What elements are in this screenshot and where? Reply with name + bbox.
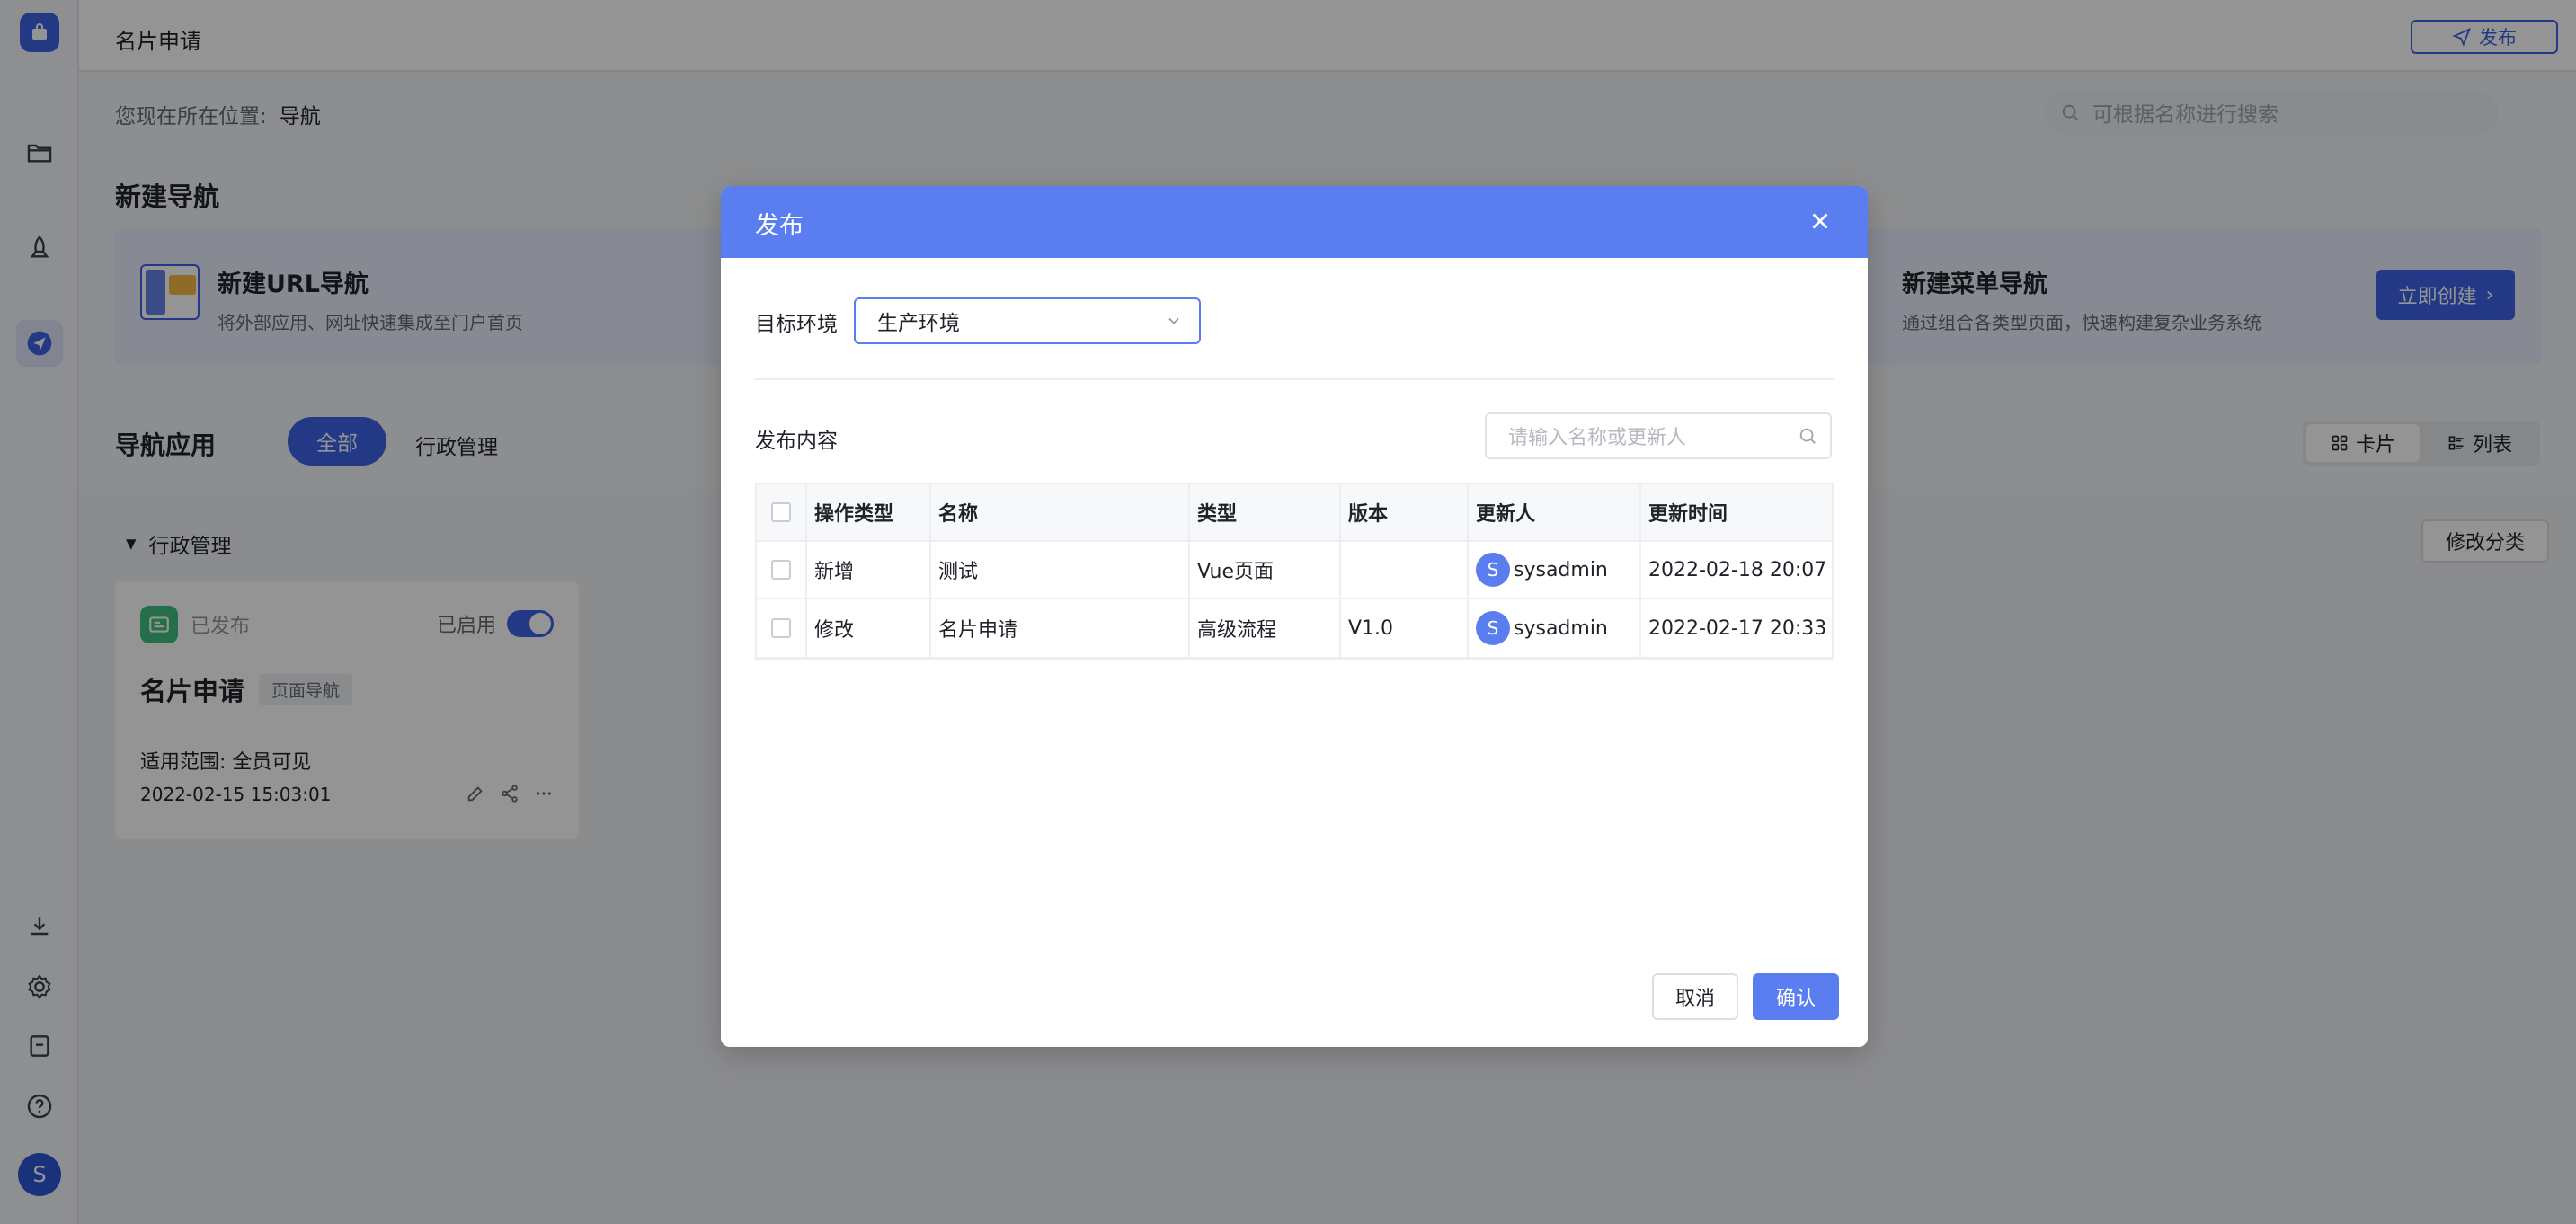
col-updater: 更新人	[1469, 484, 1641, 540]
publish-content-label: 发布内容	[755, 430, 838, 453]
row-name: 测试	[931, 542, 1190, 598]
close-button[interactable]	[1807, 208, 1834, 235]
row-version: V1.0	[1341, 599, 1469, 657]
divider	[755, 378, 1834, 380]
chevron-down-icon	[1168, 317, 1179, 324]
col-type: 类型	[1190, 484, 1341, 540]
row-updater-name: sysadmin	[1514, 558, 1608, 581]
select-all-checkbox[interactable]	[771, 502, 791, 522]
cancel-button[interactable]: 取消	[1652, 973, 1738, 1020]
col-version: 版本	[1341, 484, 1469, 540]
row-version	[1341, 542, 1469, 598]
col-name: 名称	[931, 484, 1190, 540]
row-updater: S sysadmin	[1469, 542, 1641, 598]
dialog-title: 发布	[755, 212, 804, 240]
target-env-select[interactable]: 生产环境	[854, 297, 1201, 344]
row-name: 名片申请	[931, 599, 1190, 657]
avatar: S	[1476, 611, 1510, 645]
row-type: Vue页面	[1190, 542, 1341, 598]
target-env-value: 生产环境	[877, 312, 960, 335]
col-op-type: 操作类型	[807, 484, 931, 540]
content-search-placeholder: 请输入名称或更新人	[1508, 427, 1687, 449]
row-select-cell	[757, 599, 807, 657]
publish-dialog: 发布 目标环境 生产环境 发布内容 请输入名称或更新人 操作类型 名称 类型 版…	[721, 186, 1868, 1047]
row-checkbox[interactable]	[771, 560, 791, 580]
search-icon	[1799, 428, 1816, 444]
row-update-time: 2022-02-17 20:33	[1648, 616, 1827, 640]
row-updater: S sysadmin	[1469, 599, 1641, 657]
select-all-cell	[757, 484, 807, 540]
row-select-cell	[757, 542, 807, 598]
row-update-time: 2022-02-18 20:07	[1648, 558, 1827, 581]
row-checkbox[interactable]	[771, 618, 791, 638]
confirm-button[interactable]: 确认	[1753, 973, 1839, 1020]
content-search-input[interactable]: 请输入名称或更新人	[1485, 412, 1832, 459]
target-env-label: 目标环境	[755, 313, 838, 336]
row-type: 高级流程	[1190, 599, 1341, 657]
avatar: S	[1476, 553, 1510, 587]
row-updater-name: sysadmin	[1514, 616, 1608, 640]
table-header-row: 操作类型 名称 类型 版本 更新人 更新时间	[757, 484, 1832, 542]
publish-content-table: 操作类型 名称 类型 版本 更新人 更新时间 新增 测试 Vue页面 S sys…	[755, 483, 1834, 660]
close-icon	[1812, 213, 1828, 229]
row-op-type: 修改	[807, 599, 931, 657]
dialog-header: 发布	[721, 186, 1868, 258]
table-row[interactable]: 修改 名片申请 高级流程 V1.0 S sysadmin 2022-02-17 …	[757, 599, 1832, 657]
table-row[interactable]: 新增 测试 Vue页面 S sysadmin 2022-02-18 20:07	[757, 542, 1832, 599]
row-op-type: 新增	[807, 542, 931, 598]
col-update-time: 更新时间	[1648, 503, 1728, 526]
